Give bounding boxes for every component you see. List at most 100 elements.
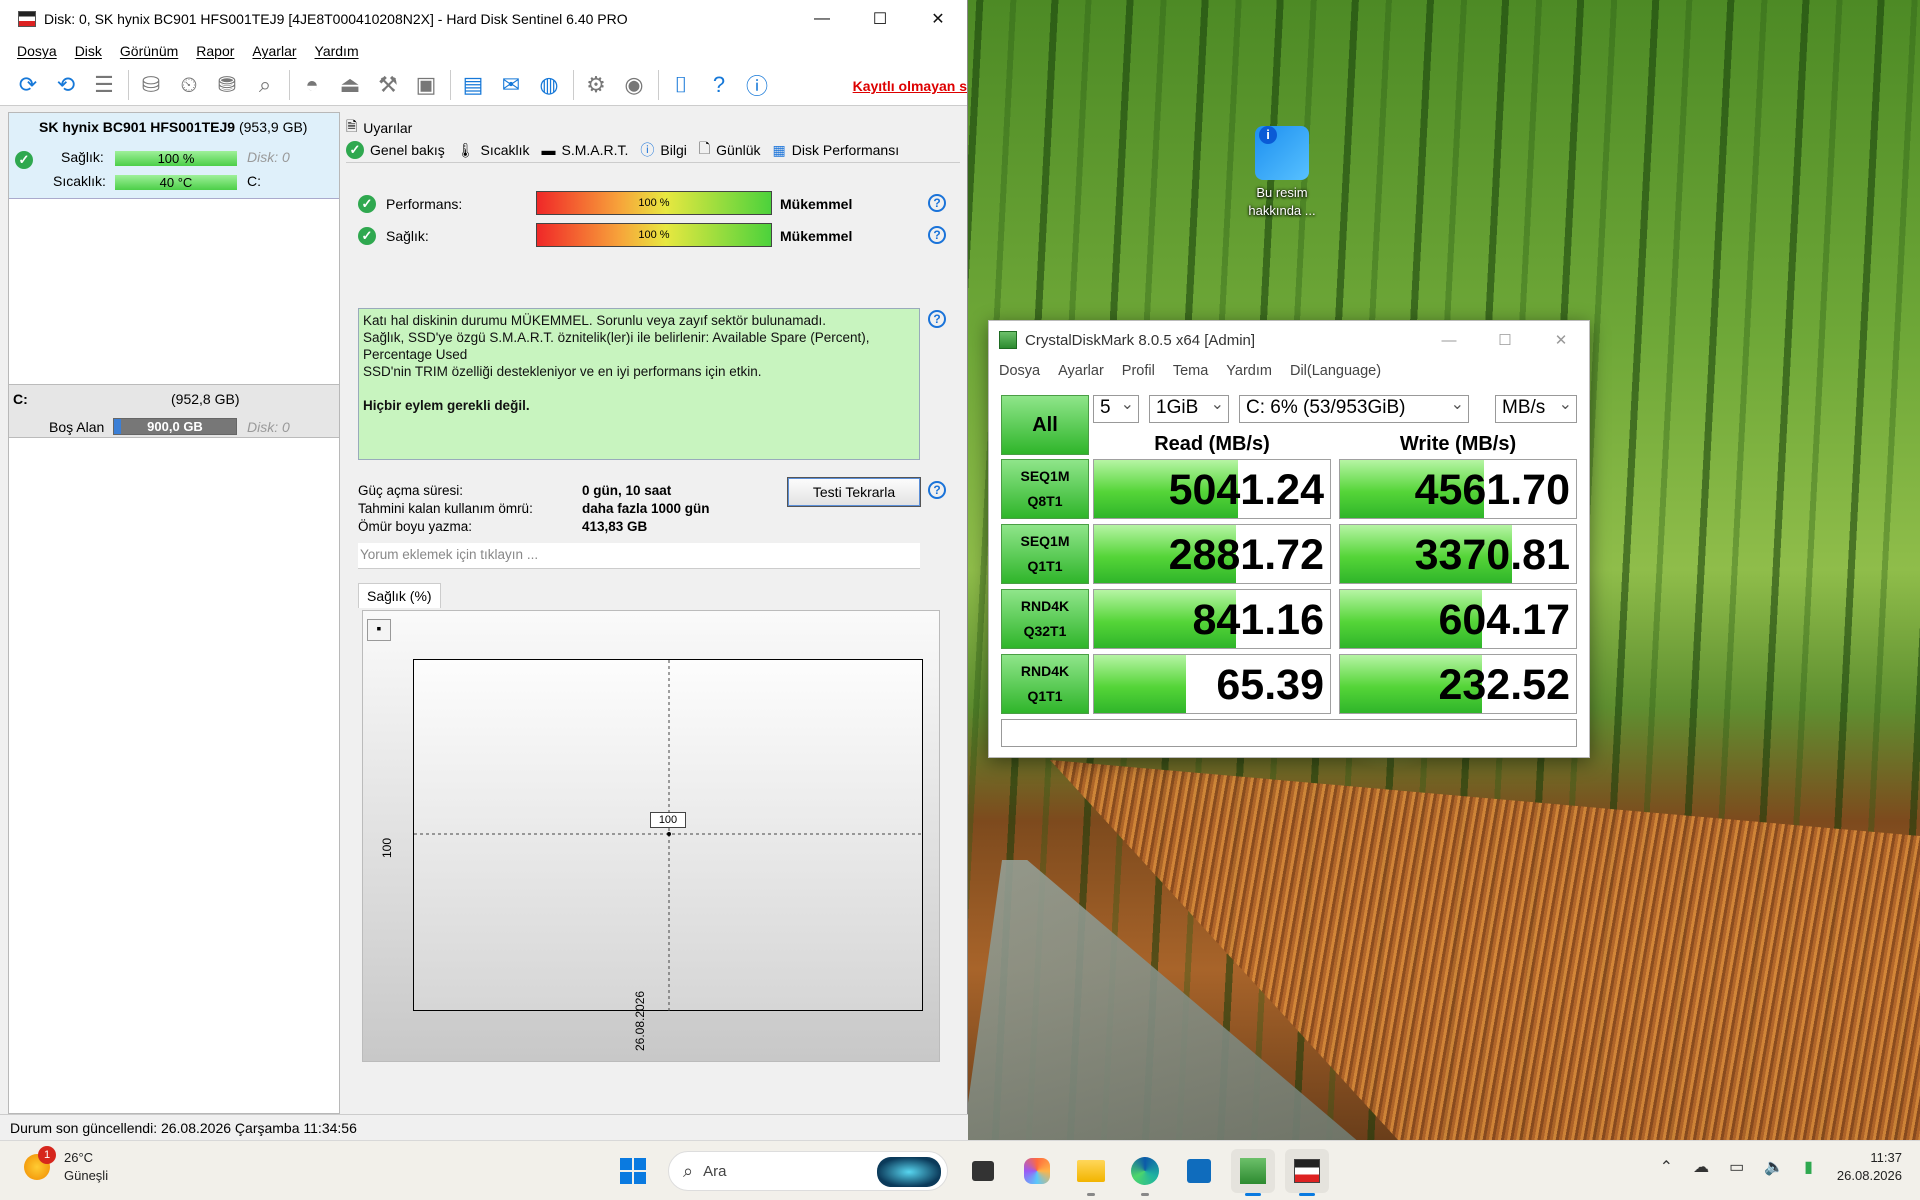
help-icon[interactable]: ? (928, 194, 946, 212)
status-line: Katı hal diskinin durumu MÜKEMMEL. Sorun… (363, 313, 826, 328)
disk-item[interactable]: SK hynix BC901 HFS001TEJ9 (953,9 GB) ✓ S… (9, 113, 339, 199)
volume-icon[interactable]: 🔈 (1764, 1157, 1784, 1177)
tab-bilgi[interactable]: ⓘ Bilgi (640, 140, 686, 160)
save-icon[interactable]: ▪ (367, 619, 391, 641)
hds-taskbar-button[interactable] (1285, 1149, 1329, 1196)
disk-settings-icon[interactable]: ▣ (410, 69, 442, 101)
clock-time: 11:37 (1870, 1150, 1902, 1165)
tab-smart[interactable]: ▬ S.M.A.R.T. (542, 142, 629, 158)
sound-icon[interactable]: ◉ (618, 69, 650, 101)
write-result-value: 4561.70 (1414, 466, 1570, 514)
task-view-button[interactable] (961, 1149, 1005, 1193)
drive-select[interactable]: C: 6% (53/953GiB) (1239, 394, 1469, 423)
test-size-select[interactable]: 1GiB (1149, 394, 1229, 423)
taskbar: 1 26°C Güneşli ⌕ Ara ⌃ ☁ ▭ 🔈 ▮ 11:37 26.… (0, 1140, 1920, 1200)
maximize-button[interactable]: ☐ (851, 0, 909, 38)
help-icon[interactable]: ? (928, 310, 946, 328)
refresh-icon[interactable]: ⟳ (12, 69, 44, 101)
remaining-life-label: Tahmini kalan kullanım ömrü: (358, 501, 533, 516)
write-result-cell: 3370.81 (1339, 524, 1577, 584)
run-all-button[interactable]: All (1001, 395, 1089, 455)
disk-surface-icon[interactable]: ⛁ (135, 69, 167, 101)
minimize-button[interactable]: — (1421, 321, 1477, 359)
copilot-button[interactable] (1015, 1149, 1059, 1193)
cdm-menu-profil[interactable]: Profil (1122, 363, 1155, 379)
tab-disk-performansi[interactable]: ▦ Disk Performansı (773, 142, 900, 159)
acoustic-icon[interactable]: ◓ (296, 69, 328, 101)
chevron-up-icon[interactable]: ⌃ (1660, 1157, 1673, 1177)
disk-check-icon[interactable]: ⛃ (211, 69, 243, 101)
info-icon[interactable]: ⓘ (741, 69, 773, 101)
help-icon[interactable]: ? (928, 226, 946, 244)
close-button[interactable]: ✕ (909, 0, 967, 38)
gear-icon[interactable]: ⚙ (580, 69, 612, 101)
menu-ayarlar[interactable]: Ayarlar (252, 43, 296, 59)
file-explorer-button[interactable] (1069, 1149, 1113, 1196)
health-data-point (667, 832, 671, 836)
cdm-menu-yardim[interactable]: Yardım (1226, 363, 1272, 379)
help-icon[interactable]: ? (928, 481, 946, 499)
test-button-rnd4k-q32t1[interactable]: RND4K Q32T1 (1001, 589, 1089, 649)
tab-gunluk[interactable]: 🗋 Günlük (699, 138, 761, 162)
lifetime-writes-value: 413,83 GB (582, 519, 648, 534)
chart-icon: ▦ (772, 141, 786, 158)
hds-window: Disk: 0, SK hynix BC901 HFS001TEJ9 [4JE8… (0, 0, 968, 1140)
retest-button[interactable]: Testi Tekrarla (787, 477, 921, 507)
report-icon[interactable]: ▤ (457, 69, 489, 101)
maximize-button[interactable]: ☐ (1477, 321, 1533, 359)
unit-select[interactable]: MB/s (1495, 394, 1577, 423)
clock[interactable]: 11:37 26.08.2026 (1837, 1149, 1902, 1185)
status-action: Hiçbir eylem gerekli değil. (363, 398, 530, 413)
disk-health-label: Sağlık: (61, 149, 104, 165)
cdm-menu-language[interactable]: Dil(Language) (1290, 363, 1381, 379)
test-button-seq1m-q1t1[interactable]: SEQ1M Q1T1 (1001, 524, 1089, 584)
network-icon[interactable]: ▭ (1729, 1157, 1744, 1177)
cdm-menu-tema[interactable]: Tema (1173, 363, 1208, 379)
minimize-button[interactable]: — (793, 0, 851, 38)
disk-search-icon[interactable]: ⌕ (249, 69, 281, 101)
desktop-icon-about-image[interactable]: Bu resim hakkında ... (1236, 126, 1328, 220)
taskbar-search[interactable]: ⌕ Ara (668, 1151, 948, 1191)
store-button[interactable] (1177, 1149, 1221, 1193)
unregistered-link[interactable]: Kayıtlı olmayan s (853, 78, 967, 94)
test-button-seq1m-q8t1[interactable]: SEQ1M Q8T1 (1001, 459, 1089, 519)
crystaldiskmark-taskbar-button[interactable] (1231, 1149, 1275, 1196)
comment-field[interactable]: Yorum eklemek için tıklayın ... (358, 543, 920, 569)
hds-app-icon (18, 11, 36, 27)
test-button-rnd4k-q1t1[interactable]: RND4K Q1T1 (1001, 654, 1089, 714)
disk-list-icon[interactable]: ☰ (88, 69, 120, 101)
menu-gorunum[interactable]: Görünüm (120, 43, 178, 59)
edge-button[interactable] (1123, 1149, 1167, 1196)
menu-disk[interactable]: Disk (75, 43, 102, 59)
test-count-select[interactable]: 5 (1093, 394, 1139, 423)
disk-clock-icon[interactable]: ⏲ (173, 69, 205, 101)
battery-icon[interactable]: ▮ (1804, 1157, 1813, 1177)
menu-yardim[interactable]: Yardım (315, 43, 359, 59)
tab-genel-bakis[interactable]: ✓ Genel bakış (346, 141, 445, 159)
eject-icon[interactable]: ⏏ (334, 69, 366, 101)
tab-health-chart[interactable]: Sağlık (%) (358, 583, 441, 608)
tools-icon[interactable]: ⚒ (372, 69, 404, 101)
menu-dosya[interactable]: Dosya (17, 43, 57, 59)
disk-size: (953,9 GB) (238, 119, 308, 135)
cdm-menu-dosya[interactable]: Dosya (999, 363, 1040, 379)
menu-rapor[interactable]: Rapor (196, 43, 234, 59)
tab-sicaklik[interactable]: 🌡 Sıcaklık (457, 142, 530, 159)
web-report-icon[interactable]: ◍ (533, 69, 565, 101)
close-button[interactable]: ✕ (1533, 321, 1589, 359)
cdm-comment-field[interactable] (1001, 719, 1577, 747)
cloud-off-icon[interactable]: ☁ (1693, 1157, 1709, 1177)
tab-uyarilar[interactable]: 🗎 Uyarılar (346, 116, 412, 140)
cdm-window: CrystalDiskMark 8.0.5 x64 [Admin] — ☐ ✕ … (988, 320, 1590, 758)
ok-check-icon: ✓ (358, 195, 376, 213)
help-icon[interactable]: ? (703, 69, 735, 101)
refresh-alert-icon[interactable]: ⟲ (50, 69, 82, 101)
mail-icon[interactable]: ✉ (495, 69, 527, 101)
log-icon: 🗋 (698, 140, 711, 156)
volume-item[interactable]: C: (952,8 GB) Boş Alan 900,0 GB Disk: 0 (9, 384, 339, 438)
disk-health-disk: Disk: 0 (247, 149, 290, 165)
cdm-menu-ayarlar[interactable]: Ayarlar (1058, 363, 1104, 379)
start-button[interactable] (611, 1149, 655, 1193)
screenshot-icon[interactable]: ⌷ (665, 69, 697, 101)
weather-widget[interactable]: 1 26°C Güneşli (24, 1146, 108, 1185)
